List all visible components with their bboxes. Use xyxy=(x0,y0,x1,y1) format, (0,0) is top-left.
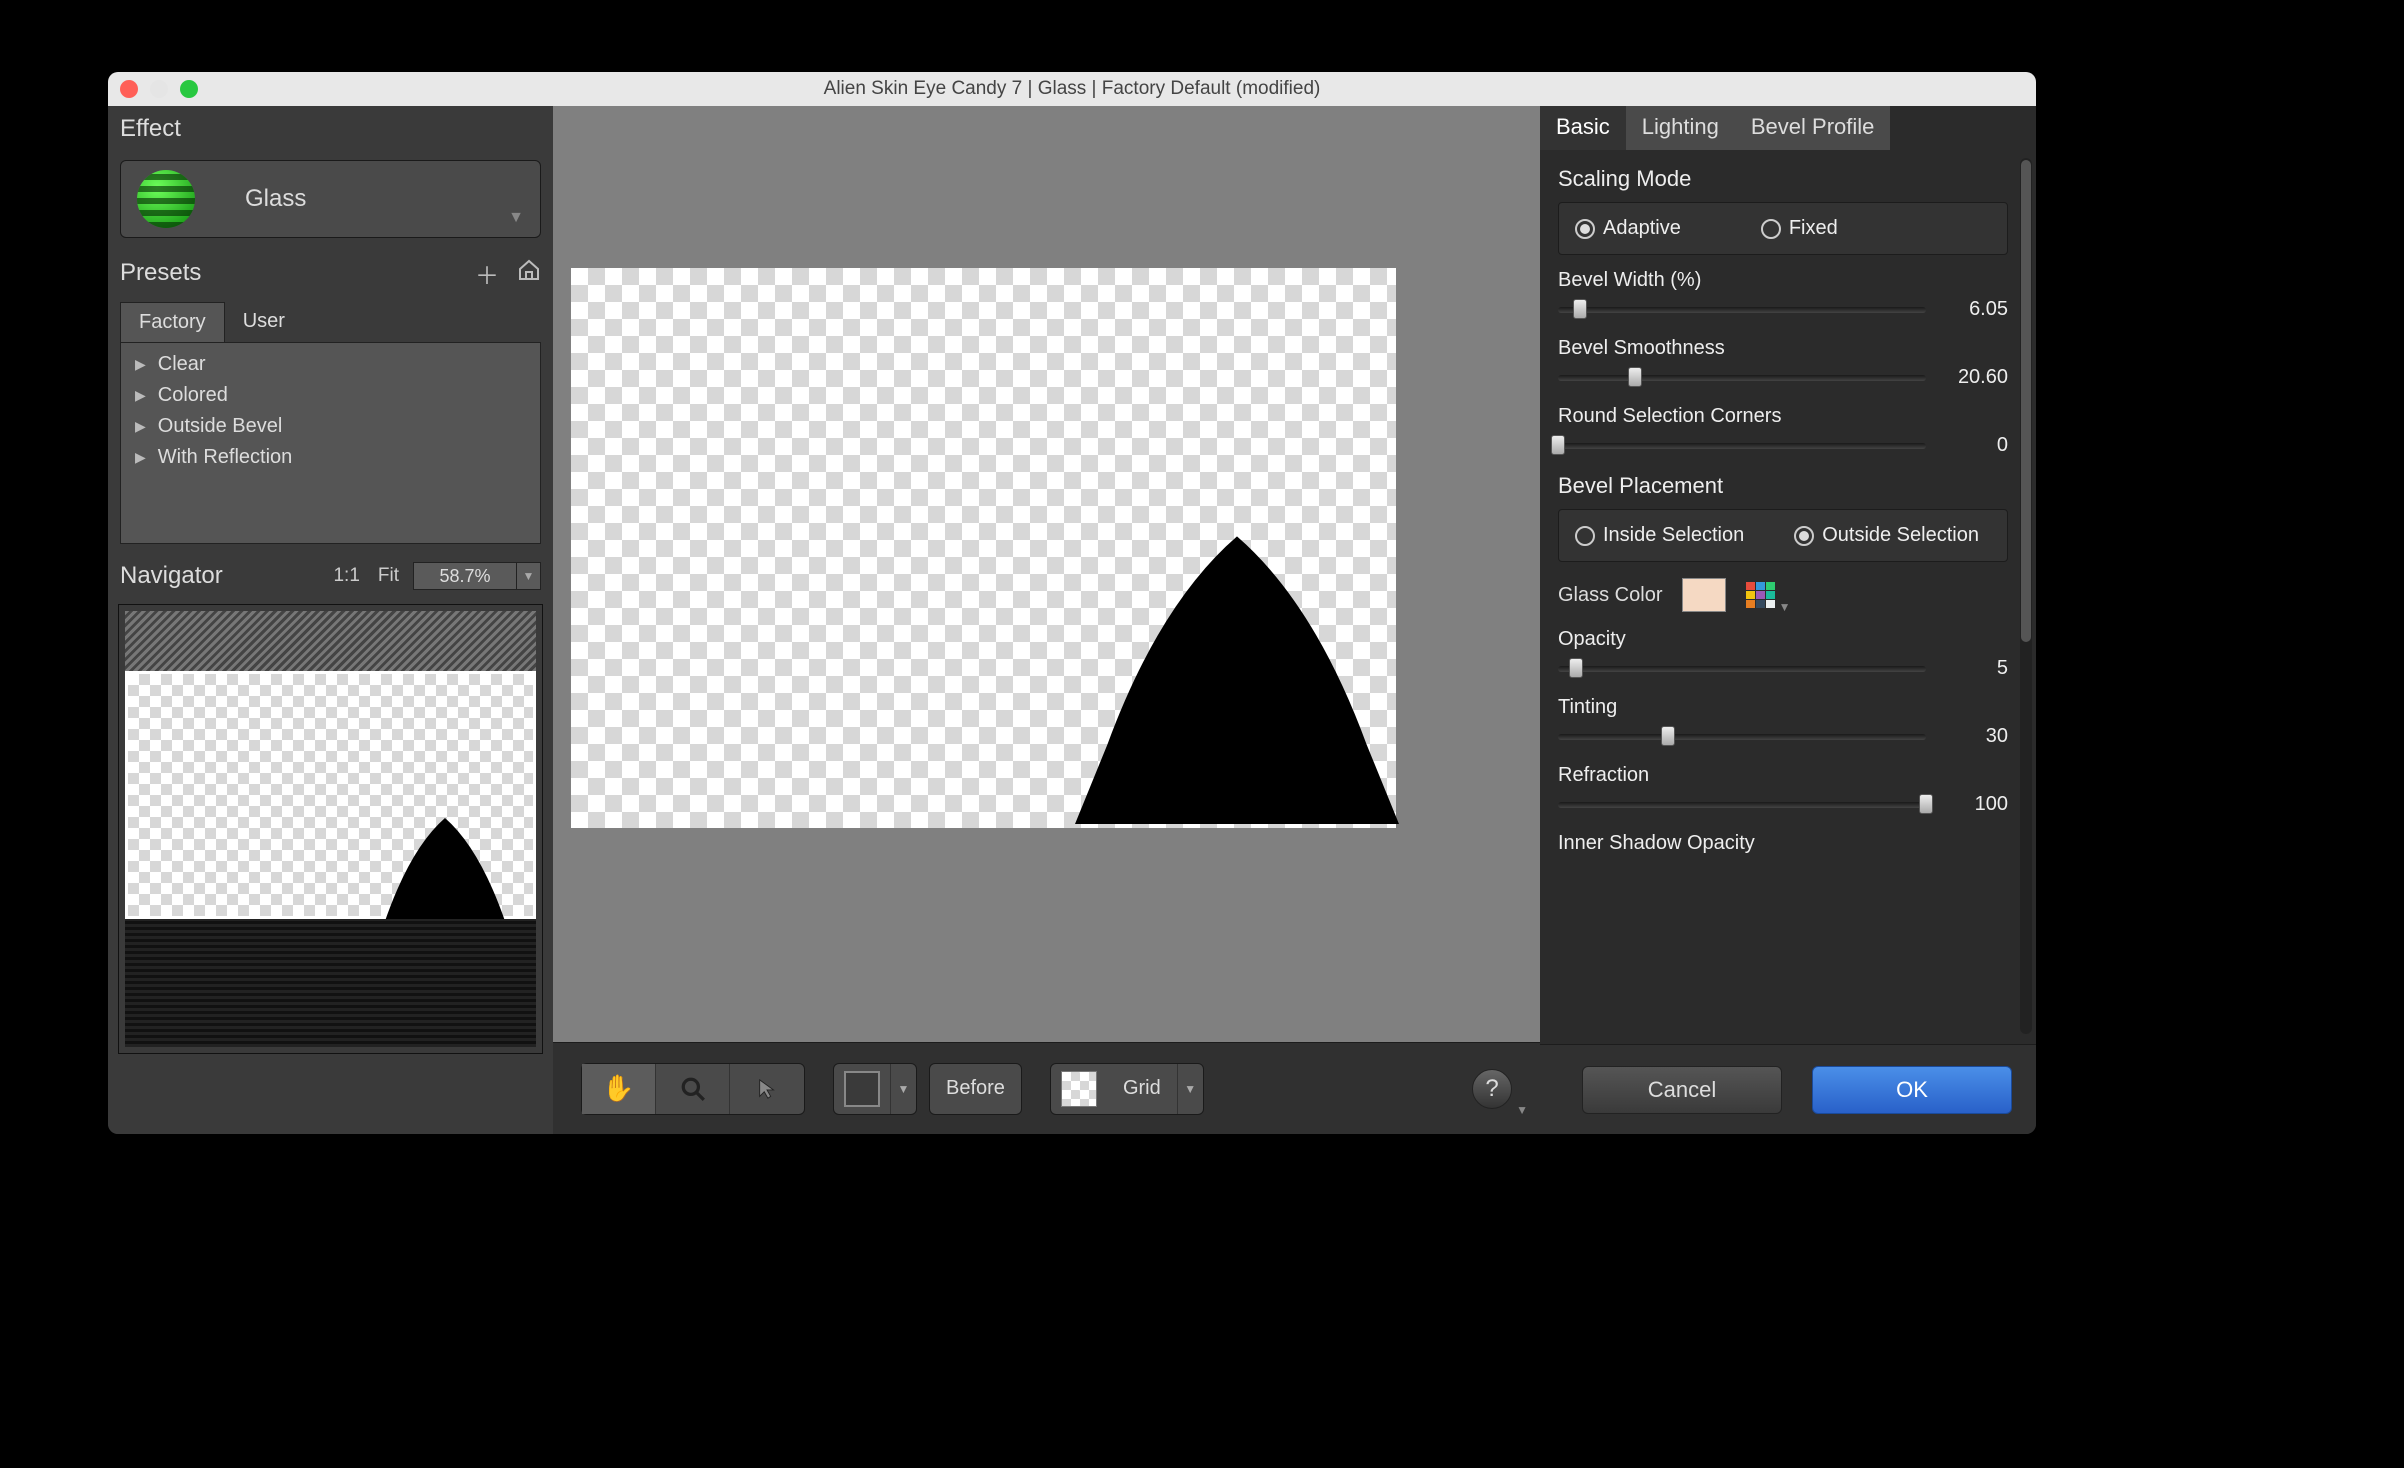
right-panel: Basic Lighting Bevel Profile Scaling Mod… xyxy=(1540,106,2036,1134)
glass-color-row: Glass Color ▼ xyxy=(1558,578,2008,612)
app-window: Alien Skin Eye Candy 7 | Glass | Factory… xyxy=(108,72,2036,1134)
before-button[interactable]: Before xyxy=(929,1063,1022,1115)
ok-button[interactable]: OK xyxy=(1812,1066,2012,1114)
bevel-width-param: Bevel Width (%) 6.05 xyxy=(1558,269,2008,321)
home-preset-button[interactable] xyxy=(517,258,541,289)
preset-item-with-reflection[interactable]: ▶With Reflection xyxy=(121,442,540,473)
bottom-toolbar: ✋ ▼ Before xyxy=(553,1042,1540,1134)
add-preset-button[interactable]: ＋ xyxy=(475,256,499,291)
bevel-placement-title: Bevel Placement xyxy=(1558,473,2008,499)
preset-item-clear[interactable]: ▶Clear xyxy=(121,349,540,380)
round-corners-param: Round Selection Corners 0 xyxy=(1558,405,2008,457)
effect-name: Glass xyxy=(245,185,306,213)
chevron-down-icon: ▼ xyxy=(508,209,524,227)
hand-tool-button[interactable]: ✋ xyxy=(582,1064,656,1114)
nav-interlace xyxy=(125,919,536,1047)
tab-bevel-profile[interactable]: Bevel Profile xyxy=(1735,106,1891,150)
glass-icon xyxy=(137,170,195,228)
glass-color-label: Glass Color xyxy=(1558,584,1662,607)
zoom-fit-button[interactable]: Fit xyxy=(378,565,399,587)
preset-item-colored[interactable]: ▶Colored xyxy=(121,380,540,411)
opacity-slider[interactable] xyxy=(1558,666,1926,672)
canvas-shape xyxy=(1075,518,1399,824)
zoom-dropdown[interactable]: ▼ xyxy=(517,562,541,590)
preset-tab-factory[interactable]: Factory xyxy=(120,302,225,342)
tinting-param: Tinting 30 xyxy=(1558,696,2008,748)
bevel-placement-group: Inside Selection Outside Selection xyxy=(1558,509,2008,562)
background-button[interactable]: Grid ▼ xyxy=(1050,1063,1204,1115)
nav-hatch xyxy=(125,611,536,671)
bevel-smoothness-slider[interactable] xyxy=(1558,375,1926,381)
cancel-button[interactable]: Cancel xyxy=(1582,1066,1782,1114)
chevron-down-icon: ▼ xyxy=(1516,1103,1528,1117)
presets-header: Presets ＋ xyxy=(108,250,553,296)
preset-list: ▶Clear ▶Colored ▶Outside Bevel ▶With Ref… xyxy=(120,342,541,544)
scaling-mode-group: Adaptive Fixed xyxy=(1558,202,2008,255)
scaling-mode-title: Scaling Mode xyxy=(1558,166,2008,192)
scrollbar[interactable] xyxy=(2020,158,2032,1034)
tab-lighting[interactable]: Lighting xyxy=(1626,106,1735,150)
parameter-tabs: Basic Lighting Bevel Profile xyxy=(1540,106,2036,150)
chevron-down-icon: ▼ xyxy=(1779,600,1791,614)
preset-tab-user[interactable]: User xyxy=(225,302,303,342)
tool-group: ✋ xyxy=(581,1063,805,1115)
bevel-smoothness-value: 20.60 xyxy=(1944,366,2008,389)
round-corners-value: 0 xyxy=(1944,434,2008,457)
titlebar: Alien Skin Eye Candy 7 | Glass | Factory… xyxy=(108,72,2036,106)
scaling-adaptive-radio[interactable]: Adaptive xyxy=(1575,217,1681,240)
chevron-down-icon: ▼ xyxy=(1177,1064,1203,1114)
bevel-smoothness-param: Bevel Smoothness 20.60 xyxy=(1558,337,2008,389)
left-panel: Effect Glass ▼ Presets ＋ Factory User ▶C xyxy=(108,106,553,1134)
preset-tabs: Factory User xyxy=(120,302,541,342)
opacity-value: 5 xyxy=(1944,657,2008,680)
tinting-value: 30 xyxy=(1944,725,2008,748)
scaling-fixed-radio[interactable]: Fixed xyxy=(1761,217,1838,240)
refraction-param: Refraction 100 xyxy=(1558,764,2008,816)
refraction-value: 100 xyxy=(1944,793,2008,816)
tinting-slider[interactable] xyxy=(1558,734,1926,740)
opacity-param: Opacity 5 xyxy=(1558,628,2008,680)
canvas-wrap[interactable] xyxy=(553,106,1540,1042)
refraction-slider[interactable] xyxy=(1558,802,1926,808)
zoom-level[interactable]: 58.7% xyxy=(413,562,517,590)
zoom-tool-button[interactable] xyxy=(656,1064,730,1114)
inner-shadow-param: Inner Shadow Opacity xyxy=(1558,832,2008,855)
preset-item-outside-bevel[interactable]: ▶Outside Bevel xyxy=(121,411,540,442)
parameters-scroll[interactable]: Scaling Mode Adaptive Fixed Bevel Width … xyxy=(1540,150,2036,1044)
center-panel: ✋ ▼ Before xyxy=(553,106,1540,1134)
window-title: Alien Skin Eye Candy 7 | Glass | Factory… xyxy=(108,78,2036,100)
footer: Cancel OK xyxy=(1540,1044,2036,1134)
navigator-header: Navigator 1:1 Fit 58.7% ▼ xyxy=(108,554,553,598)
help-button[interactable]: ? xyxy=(1472,1069,1512,1109)
tab-basic[interactable]: Basic xyxy=(1540,106,1626,150)
zoom-1to1-button[interactable]: 1:1 xyxy=(333,565,359,587)
canvas xyxy=(571,268,1396,828)
bevel-width-value: 6.05 xyxy=(1944,298,2008,321)
effect-selector[interactable]: Glass ▼ xyxy=(120,160,541,238)
square-outline-icon xyxy=(844,1071,880,1107)
preview-mode-button[interactable]: ▼ xyxy=(833,1063,917,1115)
effect-header: Effect xyxy=(108,106,553,152)
navigator-preview[interactable] xyxy=(118,604,543,1054)
bevel-inside-radio[interactable]: Inside Selection xyxy=(1575,524,1744,547)
grid-icon xyxy=(1061,1071,1097,1107)
pointer-tool-button[interactable] xyxy=(730,1064,804,1114)
color-picker-button[interactable]: ▼ xyxy=(1746,582,1776,608)
bevel-outside-radio[interactable]: Outside Selection xyxy=(1794,524,1979,547)
chevron-down-icon: ▼ xyxy=(890,1064,916,1114)
round-corners-slider[interactable] xyxy=(1558,443,1926,449)
bevel-width-slider[interactable] xyxy=(1558,307,1926,313)
glass-color-swatch[interactable] xyxy=(1682,578,1726,612)
